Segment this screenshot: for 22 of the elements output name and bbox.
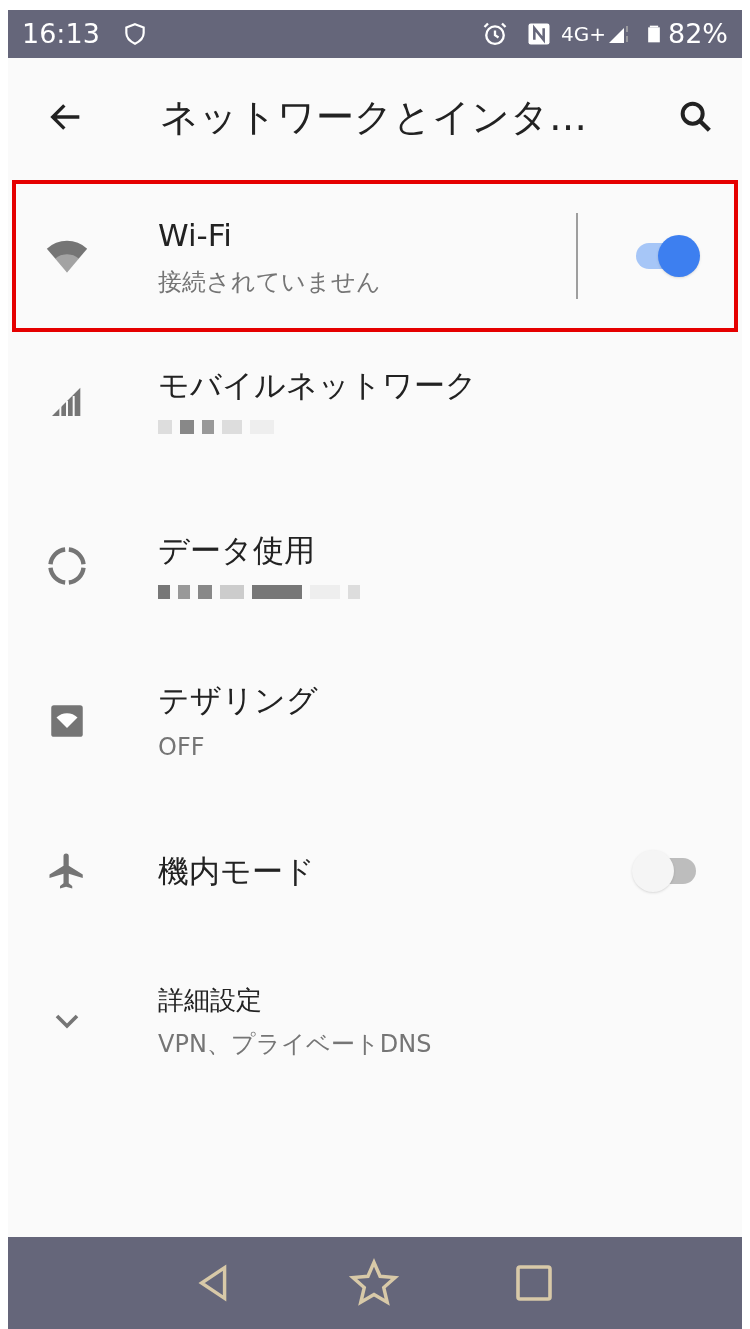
alarm-icon bbox=[481, 20, 509, 48]
settings-row[interactable]: 機内モード bbox=[8, 806, 742, 936]
clock-time: 16:13 bbox=[22, 16, 100, 51]
data-usage-icon bbox=[45, 544, 89, 588]
item-title: モバイルネットワーク bbox=[158, 365, 478, 405]
item-title: 詳細設定 bbox=[158, 983, 263, 1017]
battery-percent: 82% bbox=[668, 16, 728, 51]
item-title: テザリング bbox=[158, 680, 319, 720]
item-title: 機内モード bbox=[158, 851, 316, 891]
settings-row[interactable]: モバイルネットワーク bbox=[8, 336, 742, 466]
settings-row[interactable]: データ使用 bbox=[8, 486, 742, 646]
item-title: Wi-Fi bbox=[158, 215, 233, 255]
settings-row[interactable]: Wi-Fi 接続されていません bbox=[8, 176, 742, 336]
network-type: 4G+ bbox=[561, 21, 606, 48]
item-subtitle: VPN、プライベートDNS bbox=[158, 1028, 433, 1060]
screen-title: ネットワークとインタ… bbox=[160, 93, 588, 141]
item-subtitle: OFF bbox=[158, 732, 206, 764]
item-subtitle: 接続されていません bbox=[158, 267, 382, 299]
item-title: データ使用 bbox=[158, 530, 316, 570]
settings-row[interactable]: 詳細設定 VPN、プライベートDNS bbox=[8, 956, 742, 1086]
settings-row[interactable]: テザリング OFF bbox=[8, 656, 742, 786]
star-icon[interactable] bbox=[348, 1257, 400, 1309]
